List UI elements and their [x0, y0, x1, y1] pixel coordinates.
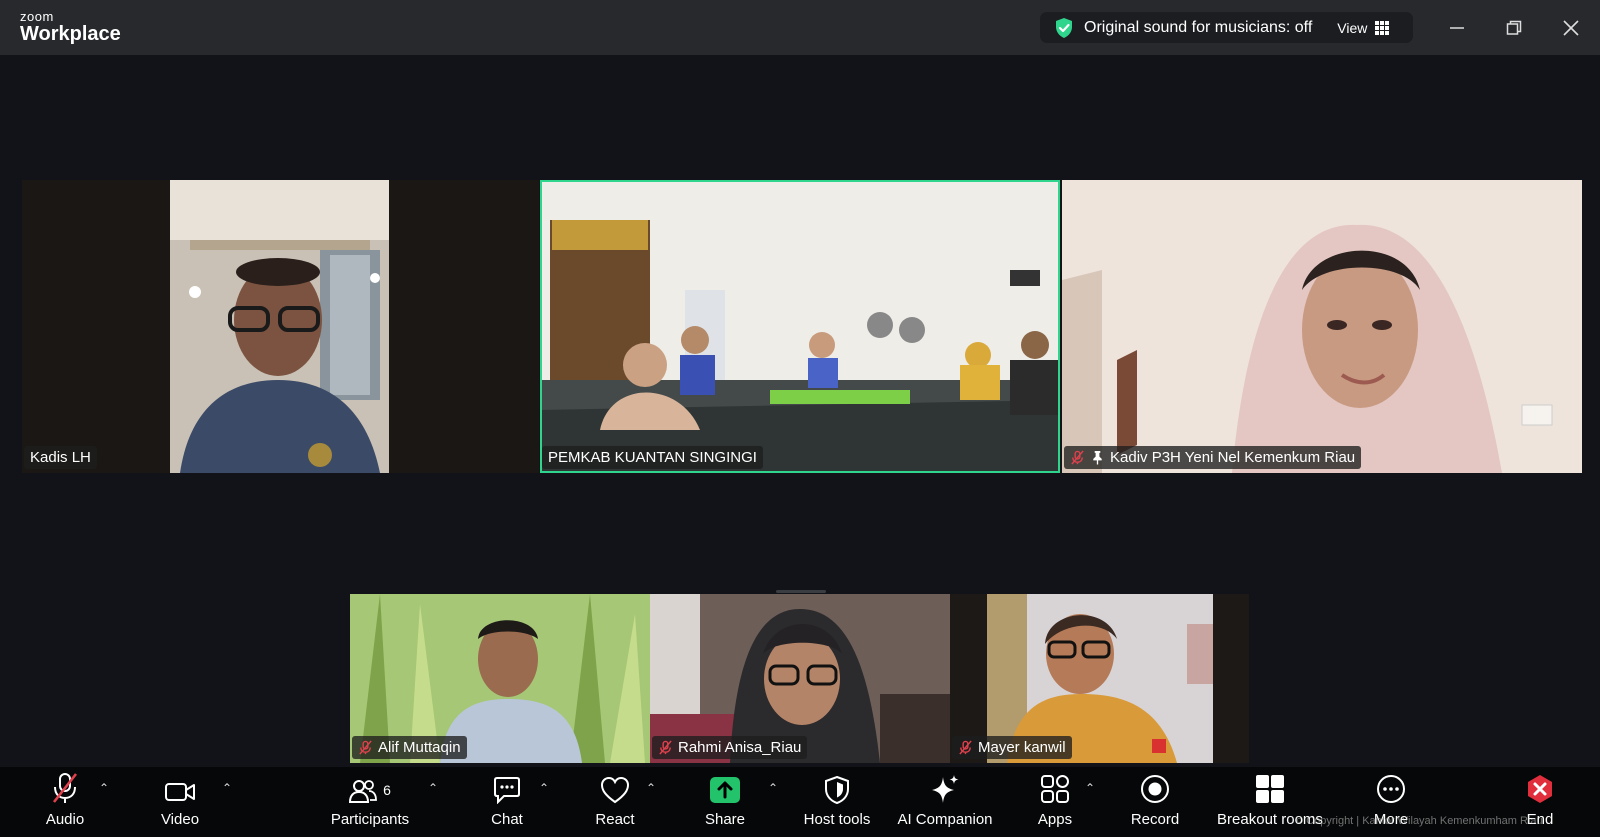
- title-bar: zoom Workplace Original sound for musici…: [0, 0, 1600, 55]
- end-meeting-icon: [1528, 775, 1552, 803]
- apps-options-caret-icon[interactable]: ⌃: [1085, 781, 1095, 795]
- view-label: View: [1337, 19, 1368, 36]
- audio-button[interactable]: Audio: [40, 767, 90, 837]
- participants-count: 6: [383, 782, 391, 798]
- video-options-caret-icon[interactable]: ⌃: [222, 781, 232, 795]
- participant-name-label: Kadis LH: [24, 446, 97, 469]
- video-tile-mayer-kanwil[interactable]: Mayer kanwil: [950, 594, 1249, 763]
- react-button[interactable]: React: [590, 767, 640, 837]
- audio-options-caret-icon[interactable]: ⌃: [99, 781, 109, 795]
- logo-top-text: zoom: [20, 9, 54, 24]
- participant-name-label: PEMKAB KUANTAN SINGINGI: [542, 446, 763, 469]
- video-tile-pemkab-kuantan-singingi[interactable]: PEMKAB KUANTAN SINGINGI: [540, 180, 1060, 473]
- host-tools-label: Host tools: [803, 811, 871, 828]
- record-button[interactable]: Record: [1130, 767, 1180, 837]
- mic-off-icon: [959, 740, 972, 755]
- participant-name: Alif Muttaqin: [378, 739, 461, 756]
- shield-check-icon: [1056, 17, 1072, 38]
- share-label: Share: [704, 811, 746, 828]
- participant-name: Kadiv P3H Yeni Nel Kemenkum Riau: [1110, 449, 1356, 466]
- participant-video-kadiv-p3h: [1062, 180, 1582, 473]
- video-camera-icon: [165, 783, 195, 801]
- heart-icon: [600, 776, 630, 804]
- copyright-watermark: © Copyright | Kantor Wilayah Kemenkumham…: [1295, 815, 1543, 827]
- apps-label: Apps: [1037, 811, 1073, 828]
- gallery-scroll-handle[interactable]: [776, 590, 826, 593]
- mic-off-icon: [1071, 450, 1084, 465]
- record-label: Record: [1130, 811, 1180, 828]
- participant-name: Rahmi Anisa_Riau: [678, 739, 802, 756]
- close-icon: [1563, 20, 1579, 36]
- audio-label: Audio: [45, 811, 85, 828]
- minimize-icon: [1450, 27, 1464, 29]
- share-screen-icon: [710, 777, 740, 803]
- video-tile-kadis-lh[interactable]: Kadis LH: [22, 180, 539, 473]
- breakout-rooms-icon: [1256, 775, 1284, 803]
- apps-button[interactable]: Apps: [1030, 767, 1080, 837]
- chat-label: Chat: [491, 811, 523, 828]
- sound-status-text: Original sound for musicians: off: [1084, 18, 1313, 36]
- react-label: React: [595, 811, 635, 828]
- view-button[interactable]: View: [1337, 19, 1390, 36]
- video-tile-rahmi-anisa[interactable]: Rahmi Anisa_Riau: [650, 594, 950, 763]
- apps-icon: [1041, 775, 1069, 803]
- pin-icon: [1093, 450, 1102, 465]
- shield-icon: [825, 776, 849, 804]
- participant-name-label: Rahmi Anisa_Riau: [652, 736, 808, 759]
- chat-options-caret-icon[interactable]: ⌃: [539, 781, 549, 795]
- restore-icon: [1506, 20, 1522, 35]
- chat-bubble-icon: [494, 777, 520, 804]
- participant-name-label: Mayer kanwil: [952, 736, 1072, 759]
- share-button[interactable]: Share: [700, 767, 750, 837]
- participant-video-kadis-lh: [170, 180, 389, 473]
- mic-off-icon: [659, 740, 672, 755]
- original-sound-status[interactable]: Original sound for musicians: off View: [1040, 12, 1413, 43]
- video-label: Video: [160, 811, 200, 828]
- sparkle-icon: [932, 775, 959, 803]
- participant-video-pemkab: [540, 180, 1060, 473]
- participant-name: Kadis LH: [30, 449, 91, 466]
- record-icon: [1141, 775, 1169, 803]
- participant-name-label: Alif Muttaqin: [352, 736, 467, 759]
- minimize-button[interactable]: [1443, 14, 1471, 42]
- video-tile-alif-muttaqin[interactable]: Alif Muttaqin: [350, 594, 650, 763]
- share-options-caret-icon[interactable]: ⌃: [768, 781, 778, 795]
- ai-companion-label: AI Companion: [897, 811, 993, 828]
- participant-name-label: Kadiv P3H Yeni Nel Kemenkum Riau: [1064, 446, 1362, 469]
- video-tile-kadiv-p3h[interactable]: Kadiv P3H Yeni Nel Kemenkum Riau: [1062, 180, 1582, 473]
- restore-button[interactable]: [1500, 14, 1528, 42]
- participant-name: Mayer kanwil: [978, 739, 1066, 756]
- logo-bottom-text: Workplace: [20, 23, 121, 45]
- close-window-button[interactable]: [1557, 14, 1585, 42]
- ai-companion-button[interactable]: AI Companion: [895, 767, 995, 837]
- grid-view-icon: [1375, 20, 1390, 35]
- participants-icon: [349, 780, 377, 803]
- host-tools-button[interactable]: Host tools: [800, 767, 874, 837]
- video-button[interactable]: Video: [155, 767, 205, 837]
- participant-name: PEMKAB KUANTAN SINGINGI: [548, 449, 757, 466]
- mic-muted-icon: [52, 773, 78, 803]
- zoom-workplace-logo: zoom Workplace: [20, 10, 121, 44]
- participants-options-caret-icon[interactable]: ⌃: [428, 781, 438, 795]
- react-options-caret-icon[interactable]: ⌃: [646, 781, 656, 795]
- mic-off-icon: [359, 740, 372, 755]
- participants-button[interactable]: 6 Participants: [328, 767, 412, 837]
- more-dots-icon: [1377, 775, 1405, 803]
- chat-button[interactable]: Chat: [485, 767, 529, 837]
- participants-label: Participants: [330, 811, 410, 828]
